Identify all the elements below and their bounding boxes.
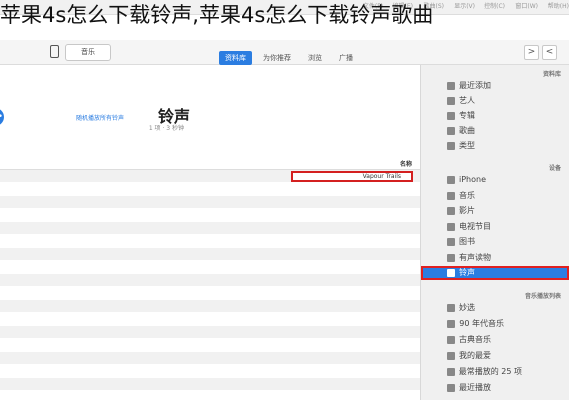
film-icon: [447, 207, 455, 215]
song-title: Vapour Trails: [362, 173, 401, 180]
sidebar-item-songs[interactable]: 歌曲: [421, 124, 569, 138]
table-row[interactable]: [0, 365, 420, 378]
media-type-select[interactable]: 音乐: [65, 44, 111, 61]
table-row[interactable]: [0, 352, 420, 365]
sidebar-item-albums[interactable]: 专辑: [421, 109, 569, 123]
song-row-vapour-trails[interactable]: Vapour Trails: [291, 171, 413, 182]
sidebar-item-iphone[interactable]: iPhone: [421, 173, 569, 187]
iphone-icon[interactable]: [50, 45, 59, 58]
table-row[interactable]: [0, 287, 420, 300]
music-note-icon: [447, 192, 455, 200]
iphone-icon: [447, 176, 455, 184]
sidebar-item-recent[interactable]: 最近添加: [421, 79, 569, 93]
song-list: [0, 170, 420, 404]
itunes-window: 帮助(H) 窗口(W) 控制(C) 显示(V) 歌曲(S) 编辑(E) 文件(F…: [0, 0, 569, 404]
table-row[interactable]: [0, 391, 420, 404]
sidebar-item-classical[interactable]: 古典音乐: [421, 333, 569, 347]
tab-for-you[interactable]: 为你推荐: [257, 51, 297, 65]
column-header[interactable]: 名称: [0, 157, 420, 170]
table-row[interactable]: [0, 313, 420, 326]
book-icon: [447, 238, 455, 246]
table-row[interactable]: [0, 248, 420, 261]
page-subtitle: 1 项 · 3 秒钟: [148, 125, 184, 132]
table-row[interactable]: [0, 300, 420, 313]
shuffle-all-link[interactable]: 随机播放所有铃声: [76, 113, 124, 122]
table-row[interactable]: [0, 326, 420, 339]
sidebar-item-tv[interactable]: 电视节目: [421, 220, 569, 234]
table-row[interactable]: [0, 274, 420, 287]
sidebar-item-genius[interactable]: 妙选: [421, 301, 569, 315]
overlay-title: 苹果4s怎么下载铃声,苹果4s怎么下载铃声歌曲: [0, 3, 434, 27]
sidebar-item-audiobooks[interactable]: 有声读物: [421, 251, 569, 265]
sidebar-item-genres[interactable]: 类型: [421, 139, 569, 153]
table-row[interactable]: [0, 261, 420, 274]
sidebar-item-top25[interactable]: 最常播放的 25 项: [421, 365, 569, 379]
table-row[interactable]: [0, 196, 420, 209]
audiobook-icon: [447, 254, 455, 262]
back-button[interactable]: <: [524, 45, 539, 60]
menu-help[interactable]: 帮助(H): [548, 0, 569, 14]
devices-header: 设备: [548, 165, 561, 172]
gear-icon: [447, 336, 455, 344]
table-row[interactable]: [0, 209, 420, 222]
playlists-header: 音乐播放列表: [524, 293, 561, 300]
microphone-icon: [447, 97, 455, 105]
menu-controls[interactable]: 控制(C): [484, 0, 505, 14]
sidebar-item-recent-played[interactable]: 最近播放: [421, 381, 569, 395]
sidebar-item-device-music[interactable]: 音乐: [421, 189, 569, 203]
library-header: 资料库: [542, 71, 561, 78]
tab-browse[interactable]: 浏览: [302, 51, 328, 65]
sidebar-item-ringtones[interactable]: 铃声: [421, 266, 569, 280]
main-content: 铃声 1 项 · 3 秒钟 随机播放所有铃声 ••• 名称 Vapour Tra…: [0, 65, 420, 404]
table-row[interactable]: [0, 378, 420, 391]
media-type-label: 音乐: [81, 48, 95, 56]
table-row[interactable]: [0, 235, 420, 248]
sidebar-item-90s[interactable]: 90 年代音乐: [421, 317, 569, 331]
tv-icon: [447, 223, 455, 231]
gear-icon: [447, 320, 455, 328]
gear-icon: [447, 368, 455, 376]
tab-bar: 广播 浏览 为你推荐 资料库: [218, 45, 359, 65]
gear-icon: [447, 384, 455, 392]
menu-window[interactable]: 窗口(W): [515, 0, 538, 14]
genius-icon: [447, 304, 455, 312]
guitar-icon: [447, 142, 455, 150]
more-options-button[interactable]: •••: [0, 108, 4, 126]
name-column-label: 名称: [399, 161, 412, 168]
toolbar: > < 音乐 广播 浏览 为你推荐 资料库: [0, 40, 569, 65]
table-row[interactable]: [0, 183, 420, 196]
music-note-icon: [447, 127, 455, 135]
album-icon: [447, 112, 455, 120]
clock-icon: [447, 82, 455, 90]
sidebar-item-artists[interactable]: 艺人: [421, 94, 569, 108]
sidebar-item-movies[interactable]: 影片: [421, 204, 569, 218]
tab-library[interactable]: 资料库: [218, 51, 252, 65]
table-row[interactable]: [0, 222, 420, 235]
menu-view[interactable]: 显示(V): [454, 0, 475, 14]
sidebar-item-books[interactable]: 图书: [421, 235, 569, 249]
forward-button[interactable]: >: [542, 45, 557, 60]
tab-radio[interactable]: 广播: [333, 51, 359, 65]
table-row[interactable]: [0, 339, 420, 352]
bell-icon: [447, 269, 455, 277]
sidebar: 资料库 最近添加 艺人 专辑 歌曲 类型 设备 iPhone 音乐 影片 电视节…: [420, 65, 569, 400]
gear-icon: [447, 352, 455, 360]
sidebar-item-favorites[interactable]: 我的最爱: [421, 349, 569, 363]
